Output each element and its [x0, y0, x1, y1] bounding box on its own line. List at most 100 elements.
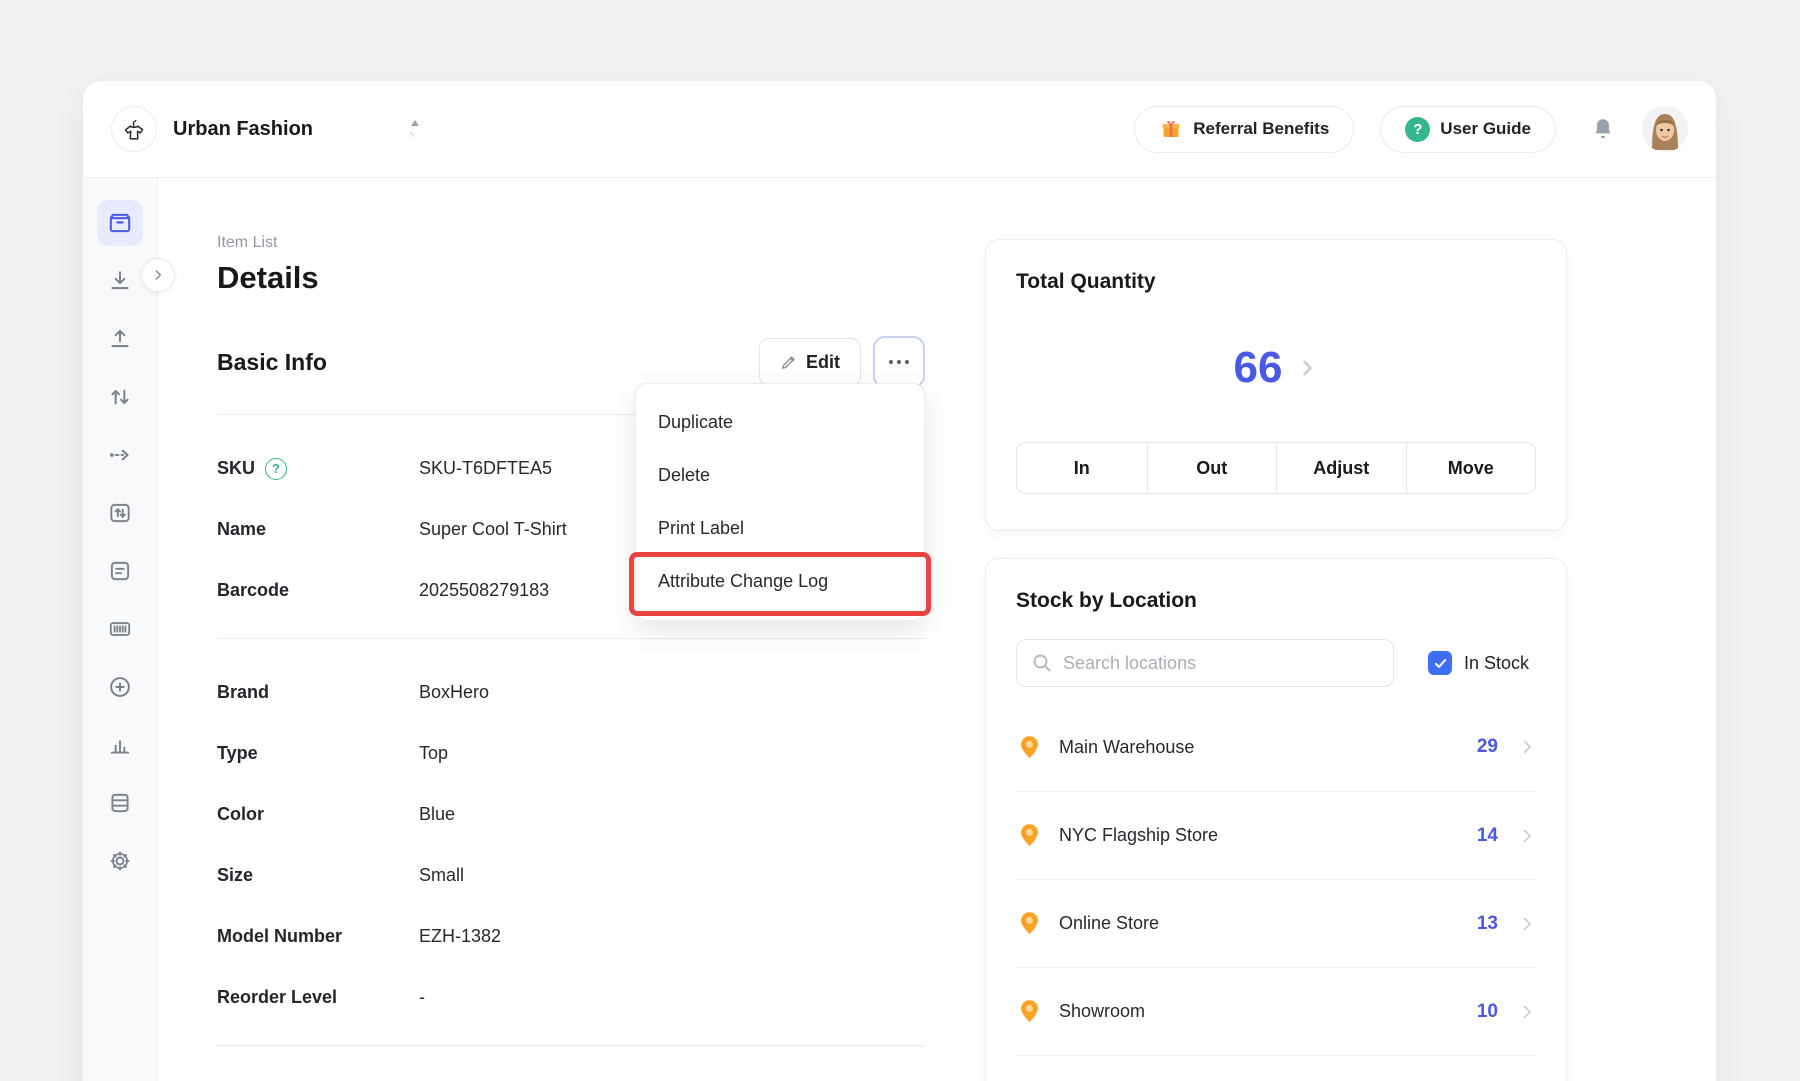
storage-icon	[107, 790, 133, 816]
gift-icon	[1159, 117, 1183, 141]
sidebar-item-settings[interactable]	[97, 838, 143, 884]
location-qty: 13	[1477, 913, 1498, 935]
chevron-right-icon	[1518, 1003, 1536, 1021]
sidebar-item-stock-in[interactable]	[97, 258, 143, 304]
referral-benefits-button[interactable]: Referral Benefits	[1134, 106, 1354, 153]
field-label: Reorder Level	[217, 987, 337, 1008]
sidebar-item-stock-out[interactable]	[97, 316, 143, 362]
sidebar-expand-button[interactable]	[141, 258, 175, 292]
field-label: Model Number	[217, 926, 342, 947]
in-stock-label: In Stock	[1464, 653, 1529, 674]
field-value: Super Cool T-Shirt	[419, 519, 567, 540]
edit-button[interactable]: Edit	[759, 338, 861, 386]
document-icon	[107, 558, 133, 584]
sidebar-item-barcode[interactable]	[97, 606, 143, 652]
fields-group-divider	[217, 638, 925, 639]
sidebar-item-move[interactable]	[97, 432, 143, 478]
sidebar-item-storage[interactable]	[97, 780, 143, 826]
avatar-image	[1642, 106, 1688, 152]
sidebar-item-transactions[interactable]	[97, 490, 143, 536]
page-title: Details	[217, 260, 925, 296]
location-qty: 10	[1477, 1001, 1498, 1023]
sidebar-item-add[interactable]	[97, 664, 143, 710]
menu-item-print-label[interactable]: Print Label	[636, 502, 924, 555]
total-quantity-card: Total Quantity 66 In Out Adjust Move	[985, 239, 1567, 531]
barcode-icon	[107, 616, 133, 642]
sidebar-item-items[interactable]	[97, 200, 143, 246]
chevron-right-icon	[1518, 827, 1536, 845]
field-value: -	[419, 987, 425, 1008]
stock-move-button[interactable]: Move	[1406, 443, 1536, 493]
stock-in-button[interactable]: In	[1017, 443, 1147, 493]
plus-circle-icon	[107, 674, 133, 700]
total-quantity-value: 66	[1234, 343, 1283, 393]
box-arrows-icon	[107, 500, 133, 526]
search-locations-input[interactable]	[1016, 639, 1394, 687]
checkbox-checked-icon[interactable]	[1428, 651, 1452, 675]
sidebar-item-analytics[interactable]	[97, 722, 143, 768]
location-name: NYC Flagship Store	[1059, 825, 1477, 846]
field-row-type: Type Top	[217, 740, 925, 767]
bell-icon	[1590, 116, 1616, 142]
package-icon	[107, 210, 133, 236]
sidebar-item-adjust[interactable]	[97, 374, 143, 420]
stock-out-button[interactable]: Out	[1147, 443, 1277, 493]
field-label: Size	[217, 865, 253, 886]
in-stock-filter[interactable]: In Stock	[1428, 651, 1529, 675]
location-row-showroom[interactable]: Showroom 10	[1016, 967, 1536, 1055]
field-row-model-number: Model Number EZH-1382	[217, 923, 925, 950]
menu-item-delete[interactable]: Delete	[636, 449, 924, 502]
sidebar-item-documents[interactable]	[97, 548, 143, 594]
field-row-reorder-level: Reorder Level -	[217, 984, 925, 1011]
sku-help-icon[interactable]: ?	[265, 458, 287, 480]
field-value: Top	[419, 743, 448, 764]
notifications-button[interactable]	[1590, 116, 1616, 142]
fields-end-divider	[217, 1045, 925, 1046]
location-qty: 29	[1477, 736, 1498, 758]
app-window: Urban Fashion Referral Benefits ? User G…	[83, 81, 1716, 1081]
location-row-online-store[interactable]: Online Store 13	[1016, 879, 1536, 967]
menu-item-duplicate[interactable]: Duplicate	[636, 396, 924, 449]
location-pin-icon	[1016, 734, 1043, 761]
workspace-logo[interactable]	[111, 106, 157, 152]
upload-icon	[107, 326, 133, 352]
swap-vertical-icon	[107, 384, 133, 410]
field-label: Color	[217, 804, 264, 825]
location-pin-icon	[1016, 998, 1043, 1025]
move-arrow-icon	[107, 442, 133, 468]
field-row-brand: Brand BoxHero	[217, 679, 925, 706]
field-value: Small	[419, 865, 464, 886]
pencil-icon	[780, 354, 797, 371]
location-pin-icon	[1016, 822, 1043, 849]
location-row-main-warehouse[interactable]: Main Warehouse 29	[1016, 703, 1536, 791]
search-icon	[1030, 651, 1054, 675]
user-guide-button[interactable]: ? User Guide	[1380, 106, 1556, 153]
edit-button-label: Edit	[806, 352, 840, 373]
stock-adjust-button[interactable]: Adjust	[1276, 443, 1406, 493]
location-row-nyc-flagship-store[interactable]: NYC Flagship Store 14	[1016, 791, 1536, 879]
field-value: SKU-T6DFTEA5	[419, 458, 552, 479]
field-value: 2025508279183	[419, 580, 549, 601]
total-quantity-title: Total Quantity	[1016, 270, 1536, 294]
field-row-color: Color Blue	[217, 801, 925, 828]
more-actions-button[interactable]	[873, 336, 925, 388]
tshirt-icon	[120, 115, 148, 143]
section-title: Basic Info	[217, 349, 327, 376]
field-value: Blue	[419, 804, 455, 825]
location-pin-icon	[1016, 910, 1043, 937]
menu-item-attribute-change-log[interactable]: Attribute Change Log	[636, 555, 924, 608]
field-label: Barcode	[217, 580, 289, 601]
stock-by-location-card: Stock by Location	[985, 558, 1567, 1081]
user-avatar[interactable]	[1642, 106, 1688, 152]
total-quantity-link[interactable]: 66	[1016, 294, 1536, 442]
screen: Urban Fashion Referral Benefits ? User G…	[0, 0, 1800, 1081]
workspace-name: Urban Fashion	[173, 118, 313, 141]
bar-chart-icon	[107, 732, 133, 758]
question-circle-icon: ?	[1405, 117, 1430, 142]
location-list-end-divider	[1016, 1055, 1536, 1056]
field-label: Name	[217, 519, 266, 540]
breadcrumb[interactable]: Item List	[217, 234, 925, 252]
content-area: Item List Details Basic Info Edit	[158, 178, 1716, 1081]
workspace-switcher-icon[interactable]	[408, 120, 422, 138]
gear-icon	[107, 848, 133, 874]
